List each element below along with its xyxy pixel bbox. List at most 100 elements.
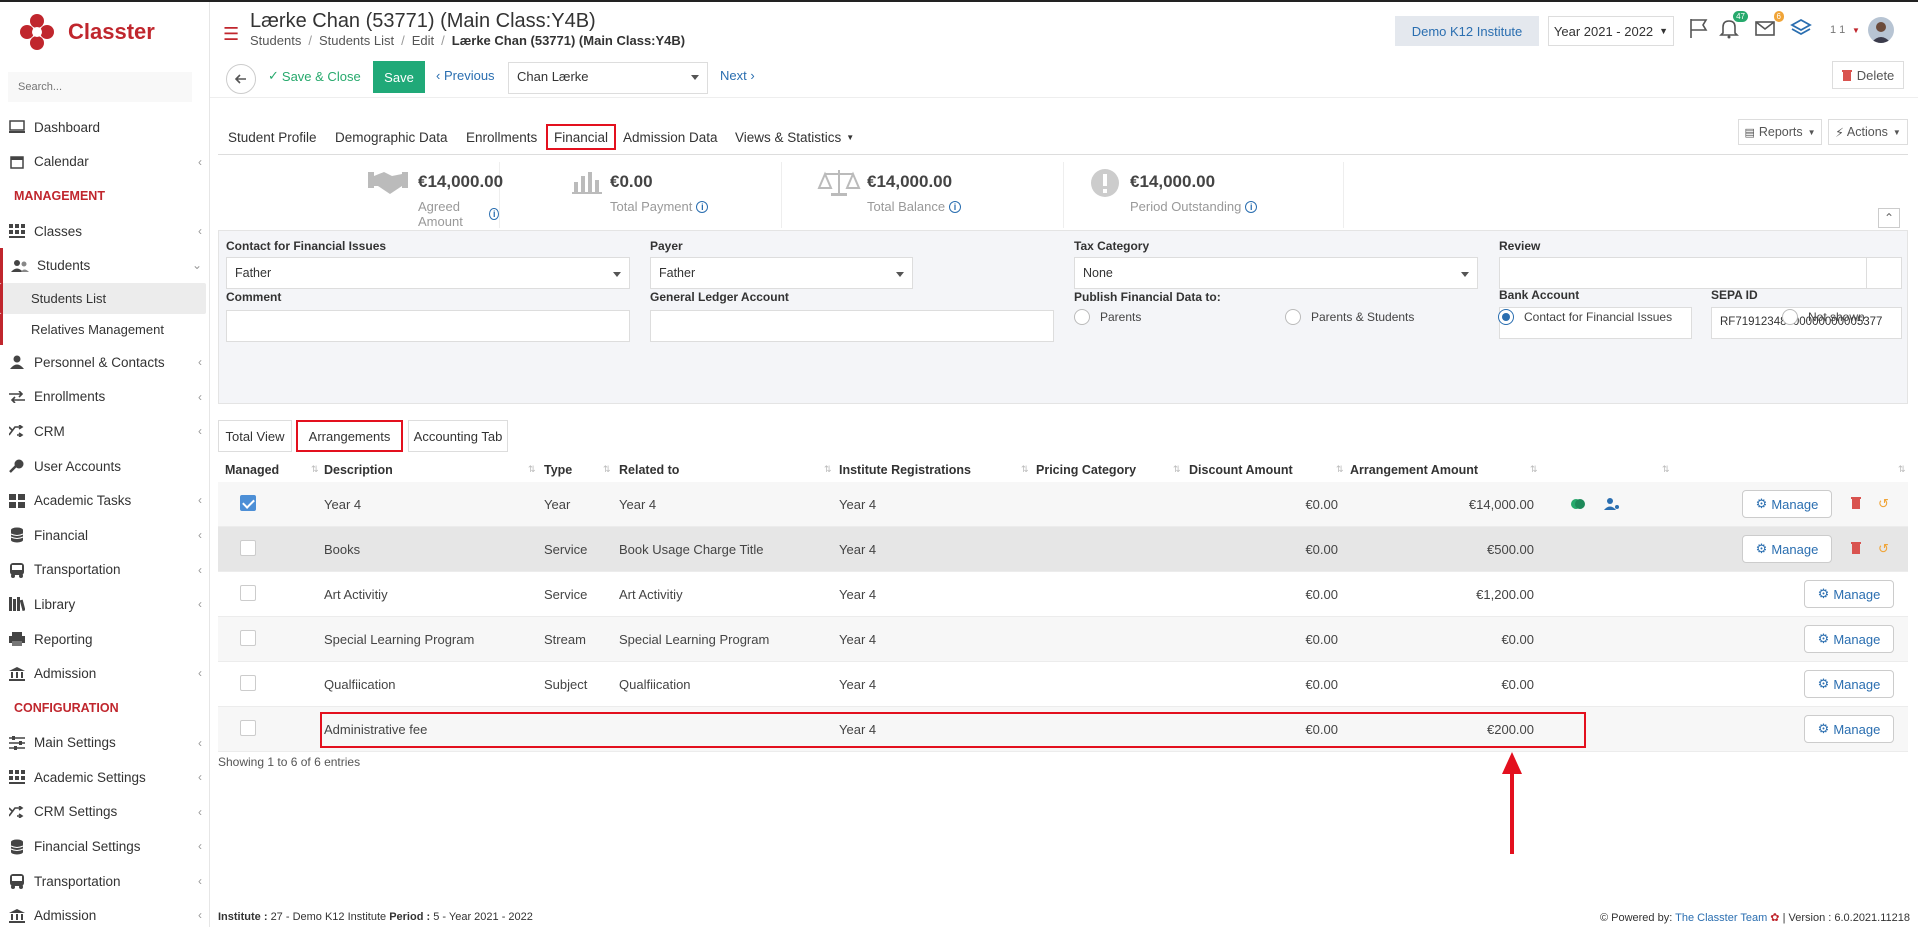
info-icon[interactable]: i	[696, 200, 709, 213]
subtab-accounting-tab[interactable]: Accounting Tab	[408, 420, 508, 452]
sidebar-item-transportation-settings[interactable]: Transportation ‹	[0, 864, 210, 899]
sort-icon[interactable]: ⇅	[1898, 464, 1906, 475]
tax-category-select[interactable]: None	[1074, 257, 1478, 289]
tab-admission-data[interactable]: Admission Data	[623, 124, 718, 150]
bell-icon[interactable]: 47	[1718, 11, 1748, 41]
sidebar-item-dashboard[interactable]: Dashboard	[0, 110, 210, 145]
institute-button[interactable]: Demo K12 Institute	[1395, 16, 1539, 46]
sidebar-item-transportation[interactable]: Transportation ‹	[0, 553, 210, 588]
sort-icon[interactable]: ⇅	[1336, 464, 1344, 475]
sidebar-item-library[interactable]: Library ‹	[0, 587, 210, 622]
breadcrumb-students[interactable]: Students	[250, 33, 301, 48]
sidebar-subitem-relatives-management[interactable]: Relatives Management	[0, 313, 210, 345]
footer-powered-link[interactable]: The Classter Team	[1675, 912, 1767, 924]
sort-icon[interactable]: ⇅	[1173, 464, 1181, 475]
sidebar-item-financial-settings[interactable]: Financial Settings ‹	[0, 829, 210, 864]
table-row[interactable]: Books Service Book Usage Charge Title Ye…	[218, 527, 1908, 572]
sidebar-item-classes[interactable]: Classes ‹	[0, 214, 210, 249]
delete-button[interactable]: Delete	[1832, 61, 1904, 89]
sidebar-item-enrollments[interactable]: Enrollments ‹	[0, 380, 210, 415]
publish-option-parents-students[interactable]: Parents & Students	[1285, 309, 1414, 325]
user-avatar[interactable]	[1868, 17, 1894, 43]
trash-icon[interactable]	[1850, 541, 1866, 557]
tab-financial[interactable]: Financial	[546, 124, 617, 150]
sidebar-item-financial[interactable]: Financial ‹	[0, 518, 210, 553]
classter-logo[interactable]: Classter	[18, 12, 155, 52]
trash-icon[interactable]	[1850, 496, 1866, 512]
reports-button[interactable]: ▤ Reports ▼	[1738, 119, 1822, 145]
sort-icon[interactable]: ⇅	[311, 464, 319, 475]
hamburger-menu-icon[interactable]: ☰	[223, 24, 239, 45]
info-icon[interactable]: i	[489, 208, 499, 220]
collapse-button[interactable]: ⌃	[1878, 208, 1900, 228]
sidebar-item-calendar[interactable]: Calendar ‹	[0, 145, 210, 180]
publish-option-not-shown[interactable]: Not shown	[1782, 309, 1865, 325]
sort-icon[interactable]: ⇅	[1662, 464, 1670, 475]
sort-icon[interactable]: ⇅	[824, 464, 832, 475]
managed-checkbox[interactable]	[240, 585, 256, 601]
sidebar-item-reporting[interactable]: Reporting	[0, 622, 210, 657]
actions-button[interactable]: ⚡ Actions ▼	[1828, 119, 1908, 145]
column-header-pricing-category[interactable]: Pricing Category	[1036, 458, 1136, 482]
envelope-icon[interactable]: 6	[1754, 11, 1784, 41]
money-icon[interactable]	[1570, 496, 1586, 512]
user-settings-icon[interactable]	[1604, 496, 1620, 512]
manage-button[interactable]: ⚙ Manage	[1804, 625, 1894, 653]
column-header-related-to[interactable]: Related to	[619, 458, 679, 482]
publish-option-contact[interactable]: Contact for Financial Issues	[1498, 309, 1672, 325]
flag-icon[interactable]	[1688, 17, 1712, 41]
tab-views-statistics[interactable]: Views & Statistics ▼	[735, 124, 854, 150]
sidebar-search-input[interactable]	[8, 72, 192, 102]
sidebar-item-admission-settings[interactable]: Admission ‹	[0, 898, 210, 927]
sidebar-item-main-settings[interactable]: Main Settings ‹	[0, 726, 210, 761]
sort-icon[interactable]: ⇅	[603, 464, 611, 475]
managed-checkbox[interactable]	[240, 495, 256, 511]
sort-icon[interactable]: ⇅	[1530, 464, 1538, 475]
sidebar-item-admission[interactable]: Admission ‹	[0, 656, 210, 691]
subtab-arrangements[interactable]: Arrangements	[296, 420, 403, 452]
manage-button[interactable]: ⚙ Manage	[1804, 715, 1894, 743]
tab-enrollments[interactable]: Enrollments	[466, 124, 537, 150]
managed-checkbox[interactable]	[240, 540, 256, 556]
student-select[interactable]: Chan Lærke	[508, 62, 708, 94]
comment-input[interactable]	[226, 310, 630, 342]
save-button[interactable]: Save	[373, 61, 425, 93]
column-header-managed[interactable]: Managed	[225, 458, 279, 482]
payer-select[interactable]: Father	[650, 257, 913, 289]
breadcrumb-edit[interactable]: Edit	[412, 33, 434, 48]
general-ledger-input[interactable]	[650, 310, 1054, 342]
history-icon[interactable]: ↺	[1878, 496, 1894, 512]
previous-button[interactable]: ‹ Previous	[436, 68, 495, 83]
column-header-arrangement-amount[interactable]: Arrangement Amount	[1350, 458, 1478, 482]
publish-option-parents[interactable]: Parents	[1074, 309, 1141, 325]
info-icon[interactable]: i	[1245, 200, 1258, 213]
sidebar-item-academic-settings[interactable]: Academic Settings ‹	[0, 760, 210, 795]
tab-demographic-data[interactable]: Demographic Data	[335, 124, 448, 150]
sidebar-item-academic-tasks[interactable]: Academic Tasks ‹	[0, 483, 210, 518]
column-header-discount-amount[interactable]: Discount Amount	[1189, 458, 1293, 482]
next-button[interactable]: Next ›	[720, 68, 755, 83]
column-header-type[interactable]: Type	[544, 458, 572, 482]
back-button[interactable]	[226, 64, 256, 94]
review-input[interactable]	[1499, 257, 1867, 289]
review-addon[interactable]	[1866, 257, 1902, 289]
sidebar-subitem-students-list[interactable]: Students List	[0, 282, 206, 314]
sort-icon[interactable]: ⇅	[528, 464, 536, 475]
subtab-total-view[interactable]: Total View	[218, 420, 292, 452]
sort-icon[interactable]: ⇅	[1021, 464, 1029, 475]
sidebar-item-personnel-contacts[interactable]: Personnel & Contacts ‹	[0, 345, 210, 380]
table-row[interactable]: Special Learning Program Stream Special …	[218, 617, 1908, 662]
sidebar-item-user-accounts[interactable]: User Accounts	[0, 449, 210, 484]
history-icon[interactable]: ↺	[1878, 541, 1894, 557]
table-row[interactable]: Art Activitiy Service Art Activitiy Year…	[218, 572, 1908, 617]
sidebar-item-crm-settings[interactable]: CRM Settings ‹	[0, 795, 210, 830]
table-row[interactable]: Year 4 Year Year 4 Year 4 €0.00 €14,000.…	[218, 482, 1908, 527]
sidebar-item-crm[interactable]: CRM ‹	[0, 414, 210, 449]
year-selector[interactable]: Year 2021 - 2022 ▼	[1548, 16, 1674, 46]
info-icon[interactable]: i	[949, 200, 962, 213]
column-header-institute-registrations[interactable]: Institute Registrations	[839, 458, 971, 482]
sidebar-item-students[interactable]: Students ⌄	[0, 248, 210, 283]
manage-button[interactable]: ⚙ Manage	[1804, 670, 1894, 698]
contact-select[interactable]: Father	[226, 257, 630, 289]
manage-button[interactable]: ⚙ Manage	[1742, 490, 1832, 518]
